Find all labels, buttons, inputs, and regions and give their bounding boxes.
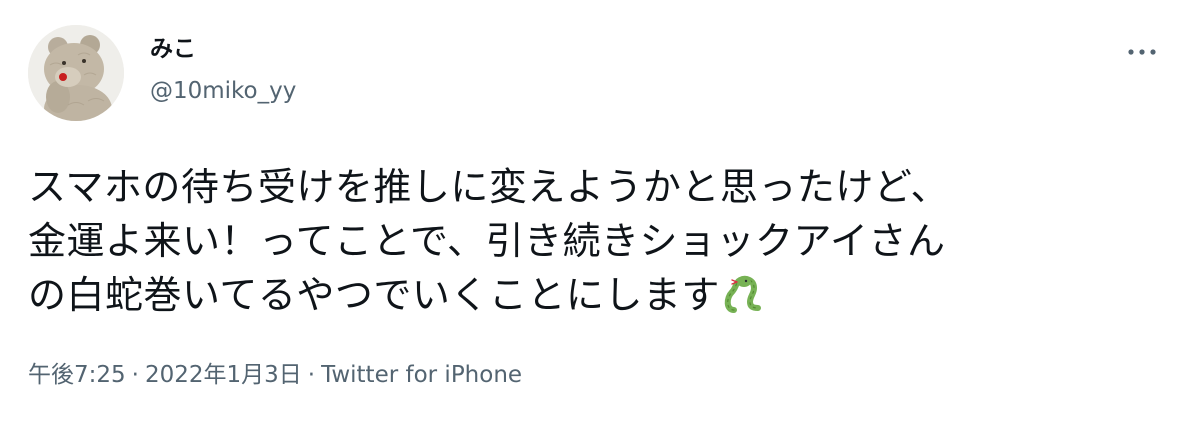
tweet-text-line: スマホの待ち受けを推しに変えようかと思ったけど、 — [28, 165, 949, 209]
more-horizontal-icon — [1128, 49, 1156, 55]
tweet-source-link[interactable]: Twitter for iPhone — [321, 362, 522, 388]
tweet-text: スマホの待ち受けを推しに変えようかと思ったけど、 金運よ来い！ってことで、引き続… — [28, 160, 1158, 328]
tweet-card: みこ @10miko_yy スマホの待ち受けを推しに変えようかと思ったけど、 金… — [0, 0, 1182, 422]
tweet-text-line: の白蛇巻いてるやつでいくことにします — [28, 273, 720, 317]
tweet-text-line: 金運よ来い！ってことで、引き続きショックアイさん — [28, 219, 946, 263]
display-name[interactable]: みこ — [150, 34, 196, 64]
tweet-time-link[interactable]: 午後7:25 — [28, 362, 126, 388]
meta-separator: · — [131, 362, 139, 388]
more-options-button[interactable] — [1124, 40, 1160, 64]
meta-separator: · — [307, 362, 316, 388]
user-handle[interactable]: @10miko_yy — [150, 76, 296, 106]
snake-emoji-icon — [724, 274, 764, 328]
tweet-meta: 午後7:25 · 2022年1月3日 · Twitter for iPhone — [28, 360, 522, 390]
avatar[interactable] — [28, 25, 124, 121]
tweet-text-line-last: の白蛇巻いてるやつでいくことにします — [28, 268, 1158, 328]
tweet-date-link[interactable]: 2022年1月3日 — [145, 362, 302, 388]
crochet-bear-avatar-icon — [28, 25, 124, 121]
